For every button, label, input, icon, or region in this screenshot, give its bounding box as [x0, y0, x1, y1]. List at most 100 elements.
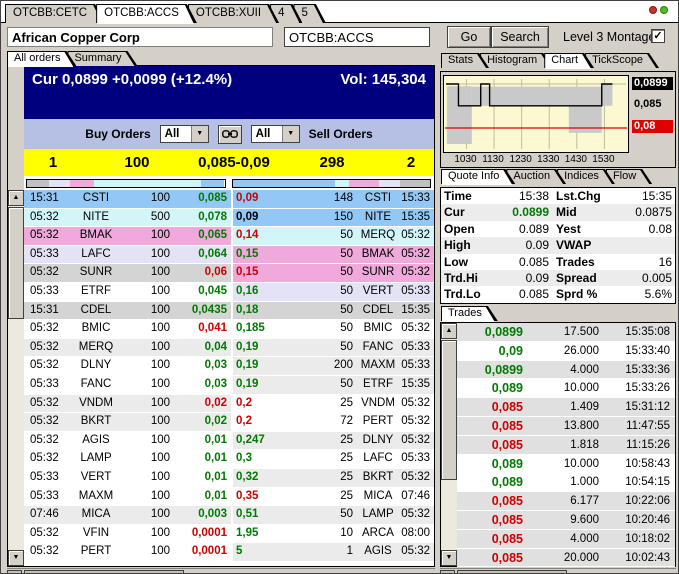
sell-order-row[interactable]: 0,1950FANC05:33	[233, 339, 434, 358]
symbol-tab-otcbb-cetc[interactable]: OTCBB:CETC	[5, 4, 105, 23]
sell-order-row[interactable]: 0,1950ETRF15:35	[233, 376, 434, 395]
quote-value: 0.09	[487, 237, 549, 253]
level3-montage-checkbox[interactable]: ✓	[651, 29, 665, 43]
scroll-left-button[interactable]	[440, 570, 455, 574]
scroll-down-icon[interactable]: ▼	[8, 550, 24, 566]
trade-row[interactable]: 0,08910.00010:58:43	[457, 455, 675, 474]
symbol-tab-otcbb-xuii[interactable]: OTCBB:XUII	[188, 4, 279, 23]
scroll-down-icon[interactable]: ▼	[441, 550, 457, 566]
symbol-tab-otcbb-accs[interactable]: OTCBB:ACCS	[96, 4, 197, 23]
buy-order-row[interactable]: 05:32BMAK1000,065	[24, 227, 231, 246]
buy-order-row[interactable]: 05:32VFIN1000,0001	[24, 525, 231, 544]
trade-row[interactable]: 0,089917.50015:35:08	[457, 323, 675, 342]
trade-row[interactable]: 0,0854.00010:18:02	[457, 530, 675, 549]
buy-order-row[interactable]: 05:32MERQ1000,04	[24, 339, 231, 358]
buy-order-row[interactable]: 05:32BKRT1000,02	[24, 413, 231, 432]
buy-order-row[interactable]: 07:46MICA1000,003	[24, 506, 231, 525]
buy-order-row[interactable]: 05:32AGIS1000,01	[24, 432, 231, 451]
trade-row[interactable]: 0,0851.40915:31:12	[457, 398, 675, 417]
sell-order-row[interactable]: 0,19200MAXM05:33	[233, 357, 434, 376]
tab-trades[interactable]: Trades	[441, 306, 498, 321]
sell-order-row[interactable]: 0,3225BKRT05:32	[233, 469, 434, 488]
orderbook-scroll-thumb[interactable]	[8, 207, 24, 319]
sell-order-row[interactable]: 0,3525MICA07:46	[233, 488, 434, 507]
bid-price: 0,0435	[176, 302, 231, 320]
book-row: 05:32SUNR1000,060,1550SUNR05:32	[24, 264, 434, 283]
bid-price: 0,0001	[176, 525, 231, 543]
trade-row[interactable]: 0,0891.00010:54:15	[457, 473, 675, 492]
trade-row[interactable]: 0,08513.80011:47:55	[457, 417, 675, 436]
search-button[interactable]: Search	[491, 26, 549, 48]
buy-order-row[interactable]: 05:32SUNR1000,06	[24, 264, 231, 283]
buy-order-row[interactable]: 05:32BMIC1000,041	[24, 320, 231, 339]
buy-order-row[interactable]: 05:32LAMP1000,01	[24, 450, 231, 469]
sell-order-row[interactable]: 0,325LAFC05:33	[233, 450, 434, 469]
buy-filter-dropdown[interactable]: All ▼	[160, 125, 209, 143]
buy-order-row[interactable]: 05:33FANC1000,03	[24, 376, 231, 395]
sell-order-row[interactable]: 0,1550SUNR05:32	[233, 264, 434, 283]
sell-order-row[interactable]: 0,225VNDM05:32	[233, 395, 434, 414]
sell-order-row[interactable]: 0,09148CSTI15:33	[233, 190, 434, 209]
tab-chart[interactable]: Chart	[544, 53, 594, 68]
sell-order-row[interactable]: 0,1550BMAK05:32	[233, 246, 434, 265]
sell-order-row[interactable]: 0,5150LAMP05:32	[233, 506, 434, 525]
symbol-input[interactable]	[284, 27, 430, 47]
sell-order-row[interactable]: 0,1450MERQ05:32	[233, 227, 434, 246]
trade-row[interactable]: 0,08520.00010:02:43	[457, 549, 675, 568]
scroll-up-icon[interactable]: ▲	[441, 323, 457, 339]
buy-order-row[interactable]: 05:33LAFC1000,064	[24, 246, 231, 265]
sell-order-row[interactable]: 0,18550BMIC05:32	[233, 320, 434, 339]
order-time: 05:33	[24, 283, 68, 301]
scroll-up-icon[interactable]: ▲	[8, 190, 24, 206]
buy-order-row[interactable]: 15:31CSTI1000,085	[24, 190, 231, 209]
tab-all-orders[interactable]: All orders	[7, 51, 76, 66]
trade-row[interactable]: 0,0851.81811:15:26	[457, 436, 675, 455]
trade-row[interactable]: 0,08910.00015:33:26	[457, 379, 675, 398]
buy-order-row[interactable]: 05:32VNDM1000,02	[24, 395, 231, 414]
order-size: 100	[124, 488, 176, 506]
sell-order-row[interactable]: 0,1650VERT05:33	[233, 283, 434, 302]
hscroll-thumb[interactable]	[457, 570, 567, 574]
trades-hscrollbar[interactable]	[440, 568, 676, 574]
trade-row[interactable]: 0,0856.17710:22:06	[457, 492, 675, 511]
sell-order-row[interactable]: 0,272PERT05:32	[233, 413, 434, 432]
buy-order-row[interactable]: 05:32PERT1000,0001	[24, 543, 231, 562]
tab-stats[interactable]: Stats	[441, 53, 489, 68]
buy-order-row[interactable]: 05:33MAXM1000,01	[24, 488, 231, 507]
scroll-left-button[interactable]	[7, 570, 22, 574]
sell-order-row[interactable]: 0,09150NITE15:35	[233, 209, 434, 228]
market-maker-id: MAXM	[68, 488, 124, 506]
link-filters-button[interactable]	[218, 125, 242, 144]
sell-order-row[interactable]: 0,1850CDEL15:35	[233, 302, 434, 321]
market-maker-id: MERQ	[355, 227, 401, 245]
bid-price: 0,065	[176, 227, 231, 245]
trade-row[interactable]: 0,0859.60010:20:46	[457, 511, 675, 530]
trades-scroll-thumb[interactable]	[441, 340, 457, 480]
sell-order-row[interactable]: 51AGIS05:32	[233, 543, 434, 562]
buy-order-row[interactable]: 05:32DLNY1000,03	[24, 357, 231, 376]
trade-row[interactable]: 0,0926.00015:33:40	[457, 342, 675, 361]
buy-order-row[interactable]: 05:33ETRF1000,045	[24, 283, 231, 302]
status-lights	[649, 6, 668, 14]
sell-filter-dropdown[interactable]: All ▼	[251, 125, 300, 143]
hscroll-thumb[interactable]	[24, 570, 184, 574]
orderbook-hscrollbar[interactable]	[7, 568, 435, 574]
tab-label: Summary	[67, 51, 137, 64]
go-button[interactable]: Go	[447, 26, 491, 48]
buy-order-row[interactable]: 05:32NITE5000,078	[24, 209, 231, 228]
book-row: 05:32NITE5000,0780,09150NITE15:35	[24, 209, 434, 228]
trade-row[interactable]: 0,08994.00015:33:36	[457, 361, 675, 380]
depth-segment	[233, 180, 336, 187]
tab-tickscope[interactable]: TickScope	[585, 53, 659, 68]
sell-order-row[interactable]: 1,9510ARCA08:00	[233, 525, 434, 544]
tab-histogram[interactable]: Histogram	[480, 53, 553, 68]
buy-order-row[interactable]: 15:31CDEL1000,0435	[24, 302, 231, 321]
chevron-down-icon[interactable]: ▼	[191, 126, 208, 142]
orderbook-scrollbar[interactable]: ▲ ▼	[8, 190, 24, 566]
buy-order-row[interactable]: 05:33VERT1000,01	[24, 469, 231, 488]
sell-order-row[interactable]: 0,24725DLNY05:32	[233, 432, 434, 451]
tab-quote-info[interactable]: Quote Info	[441, 169, 515, 184]
tab-summary[interactable]: Summary	[67, 51, 137, 66]
trades-scrollbar[interactable]: ▲ ▼	[441, 323, 457, 566]
chevron-down-icon[interactable]: ▼	[282, 126, 299, 142]
